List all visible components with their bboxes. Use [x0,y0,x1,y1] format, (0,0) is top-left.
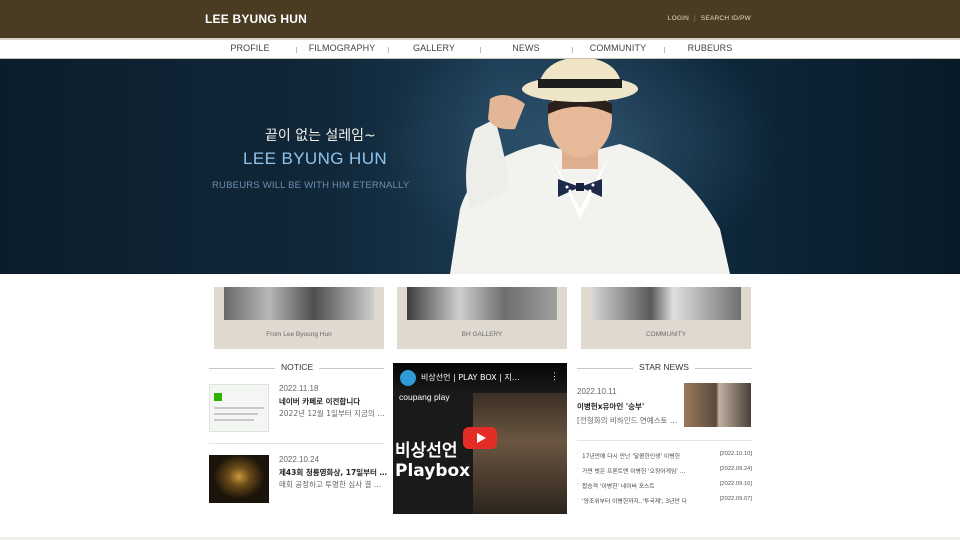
video-more-icon[interactable]: ⋮ [550,371,559,382]
nav-item-profile[interactable]: PROFILE [204,43,296,53]
video-overlay-line1: 비상선언 [395,441,458,461]
star-news-date: 2022.10.11 [577,387,617,396]
channel-avatar[interactable] [400,370,416,386]
news-headline[interactable]: '양조위부터 이병헌까지..'투국제'; 3년만 다 [582,496,710,505]
page: LEE BYUNG HUN LOGIN | SEARCH ID/PW PROFILE… [0,0,960,540]
notice-divider [209,443,384,444]
video-brand: coupang play [399,392,450,402]
news-date: [2022.09.16] [719,481,752,487]
star-news-feature[interactable]: 2022.10.11 이병헌x유아인 '승부' [전형화의 비하인드 연예스토 … [577,383,752,429]
bullet: · [577,497,579,503]
news-date: [2022.09.07] [719,496,752,502]
list-item[interactable]: · 가면 벗은 프론트맨 이병헌 '오징어게임' … [2022.09.24] [577,465,752,480]
video-overlay-line2: Playbox [395,461,471,481]
notice-item[interactable]: 2022.10.24 제43회 청룡영화상, 17일부터 … 매회 공정하고 투… [209,455,387,517]
notice-title-text[interactable]: 네이버 카페로 이전합니다 [279,396,360,407]
notice-date: 2022.10.24 [279,455,320,464]
hero-tagline: RUBEURS WILL BE WITH HIM ETERNALLY [212,180,410,191]
star-news-feature-desc: [전형화의 비하인드 연예스토 … [577,416,678,425]
news-date: [2022.10.10] [719,451,752,457]
hero-korean-text: 끝이 없는 설레임~ [265,128,376,144]
video-player[interactable]: 비상선언 | PLAY BOX | 지… ⋮ coupang play 비상선언… [393,363,567,514]
star-news-feature-title[interactable]: 이병헌x유아인 '승부' [577,401,644,412]
hero-banner: 끝이 없는 설레임~ LEE BYUNG HUN RUBEURS WILL BE… [0,59,960,274]
notice-header: NOTICE [209,362,384,374]
news-headline[interactable]: 합승객 '이병헌' 네이버 포스트 [582,481,710,490]
notice-date: 2022.11.18 [279,384,319,393]
quick-link-bh-gallery[interactable]: BH GALLERY [397,287,567,349]
news-headline[interactable]: 17년만에 다시 만난 '달콤한인생' 이병헌 [582,451,710,460]
star-news-list: · 17년만에 다시 만난 '달콤한인생' 이병헌 [2022.10.10] · 가면… [577,450,752,510]
list-item[interactable]: · 합승객 '이병헌' 네이버 포스트 [2022.09.16] [577,480,752,495]
list-item[interactable]: · 17년만에 다시 만난 '달콤한인생' 이병헌 [2022.10.10] [577,450,752,465]
star-news-divider [577,440,752,441]
bullet: · [577,482,579,488]
notice-title: NOTICE [275,362,320,372]
from-lee-thumbnail [224,287,374,320]
notice-desc: 매회 공정하고 투명한 심사 결 … [279,480,382,489]
notice-thumbnail [209,455,269,503]
star-news-header: STAR NEWS [577,362,752,374]
quick-link-label: BH GALLERY [461,331,503,338]
quick-link-label: COMMUNITY [645,331,687,338]
news-headline[interactable]: 가면 벗은 프론트맨 이병헌 '오징어게임' … [582,466,710,475]
login-link[interactable]: LOGIN [668,15,689,22]
star-news-title: STAR NEWS [633,362,695,372]
list-item[interactable]: · '양조위부터 이병헌까지..'투국제'; 3년만 다 [2022.09.07] [577,495,752,510]
utility-links: LOGIN | SEARCH ID/PW [668,15,751,22]
quick-link-label: From Lee Byoung Hun [266,331,332,338]
bh-gallery-thumbnail [407,287,557,320]
nav-item-gallery[interactable]: GALLERY [388,43,480,53]
community-thumbnail [591,287,741,320]
util-separator: | [694,15,696,22]
top-bar: LEE BYUNG HUN LOGIN | SEARCH ID/PW [0,0,960,38]
nav-item-filmography[interactable]: FILMOGRAPHY [296,43,388,53]
video-scene [473,393,567,514]
hero-person-photo [450,59,730,274]
star-news-thumbnail [684,383,751,427]
video-title[interactable]: 비상선언 | PLAY BOX | 지… [421,372,520,383]
notice-desc: 2022년 12월 1일부터 지금의 … [279,409,385,418]
search-id-pw-link[interactable]: SEARCH ID/PW [701,15,751,22]
bullet: · [577,452,579,458]
notice-thumbnail [209,384,269,432]
news-date: [2022.09.24] [719,466,752,472]
main-nav: PROFILE FILMOGRAPHY GALLERY NEWS COMMUNI… [0,38,960,59]
nav-item-news[interactable]: NEWS [480,43,572,53]
notice-title-text[interactable]: 제43회 청룡영화상, 17일부터 … [279,467,387,478]
nav-item-community[interactable]: COMMUNITY [572,43,664,53]
nav-item-rubeurs[interactable]: RUBEURS [664,43,756,53]
bullet: · [577,467,579,473]
quick-link-community[interactable]: COMMUNITY [581,287,751,349]
video-overlay-text: 비상선언 Playbox [395,441,470,481]
site-logo[interactable]: LEE BYUNG HUN [205,12,307,26]
quick-link-from-lee[interactable]: From Lee Byoung Hun [214,287,384,349]
hero-name: LEE BYUNG HUN [243,149,388,168]
notice-item[interactable]: 2022.11.18 네이버 카페로 이전합니다 2022년 12월 1일부터 … [209,384,385,446]
